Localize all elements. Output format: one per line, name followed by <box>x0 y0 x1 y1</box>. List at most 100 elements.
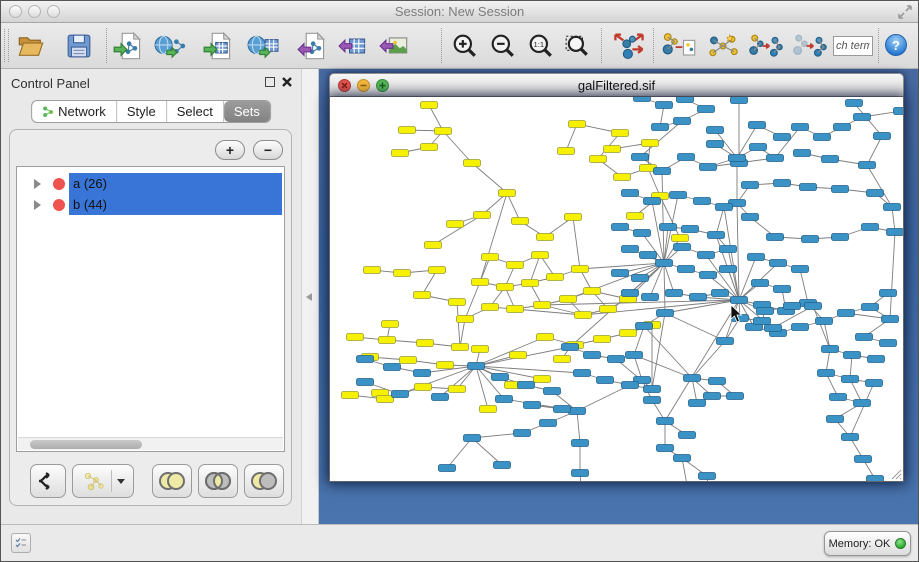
set-label: a (26) <box>73 176 107 191</box>
save-session-button[interactable] <box>63 30 95 62</box>
network-frame: galFiltered.sif <box>319 69 918 524</box>
status-bar: Memory: OK <box>1 524 918 561</box>
svg-text:1:1: 1:1 <box>534 40 545 49</box>
toolbar-separator <box>106 28 107 63</box>
tab-style[interactable]: Style <box>117 101 167 122</box>
layout-arrows-icon <box>612 31 646 61</box>
network-desktop: galFiltered.sif <box>319 69 918 524</box>
scrollbar-thumb[interactable] <box>30 440 142 449</box>
export-network-button[interactable] <box>296 30 328 62</box>
add-set-button[interactable]: + <box>215 140 245 160</box>
mouse-cursor <box>730 304 743 323</box>
close-panel-icon[interactable] <box>281 76 293 88</box>
zoom-in-button[interactable] <box>449 30 481 62</box>
control-panel-title: Control Panel <box>11 76 90 91</box>
task-list-icon <box>15 537 27 549</box>
show-all-icon <box>792 31 828 61</box>
zoom-one-to-one-icon: 1:1 <box>528 33 554 59</box>
faded-network-icon <box>82 470 106 492</box>
new-network-from-selection-button[interactable] <box>659 30 699 62</box>
zoom-fit-button[interactable] <box>561 30 593 62</box>
network-frame-title: galFiltered.sif <box>330 78 903 93</box>
network-canvas[interactable] <box>329 97 904 482</box>
tab-sets[interactable]: Sets <box>224 101 270 122</box>
import-table-file-button[interactable] <box>202 30 234 62</box>
import-table-url-button[interactable] <box>247 30 279 62</box>
set-row-a[interactable]: a (26) <box>18 173 283 194</box>
set-color-dot <box>53 178 65 190</box>
fullscreen-icon[interactable] <box>898 5 912 19</box>
first-neighbors-icon <box>705 31 741 61</box>
import-table-file-icon <box>203 32 233 60</box>
expander-icon[interactable] <box>34 200 41 210</box>
zoom-out-button[interactable] <box>487 30 519 62</box>
export-network-icon <box>297 32 327 60</box>
zoom-fit-icon <box>564 33 590 59</box>
network-frame-titlebar[interactable]: galFiltered.sif <box>329 73 904 97</box>
open-folder-icon <box>17 33 45 59</box>
memory-ok-indicator <box>895 538 906 549</box>
expander-icon[interactable] <box>34 179 41 189</box>
toolbar-separator <box>441 28 442 63</box>
show-all-button[interactable] <box>790 30 830 62</box>
help-button[interactable]: ? <box>885 34 907 56</box>
split-sets-button[interactable] <box>30 464 66 498</box>
set-row-b[interactable]: b (44) <box>18 194 283 215</box>
zoom-in-icon <box>452 33 478 59</box>
intersection-button[interactable] <box>198 464 238 498</box>
open-session-button[interactable] <box>15 30 47 62</box>
hide-selection-icon <box>748 31 784 61</box>
zoom-out-icon <box>490 33 516 59</box>
horizontal-scrollbar[interactable] <box>18 437 283 450</box>
set-label: b (44) <box>73 197 107 212</box>
venn-intersection-icon <box>203 470 233 492</box>
import-network-url-button[interactable] <box>154 30 186 62</box>
tab-network[interactable]: Network <box>32 101 117 122</box>
import-network-file-button[interactable] <box>112 30 144 62</box>
venn-difference-icon <box>249 470 279 492</box>
control-panel: Control Panel Network Style <box>1 69 301 524</box>
task-history-button[interactable] <box>11 533 31 553</box>
import-network-file-icon <box>113 32 143 60</box>
toolbar-separator <box>653 28 654 63</box>
union-button[interactable] <box>152 464 192 498</box>
hide-selection-button[interactable] <box>746 30 786 62</box>
sets-list[interactable]: a (26) b (44) <box>16 166 285 452</box>
export-table-button[interactable] <box>337 30 369 62</box>
memory-status-button[interactable]: Memory: OK <box>824 531 911 556</box>
network-graph[interactable] <box>330 97 904 482</box>
export-image-icon <box>379 32 409 60</box>
create-set-from-style-button[interactable] <box>72 464 134 498</box>
app-title: Session: New Session <box>1 4 918 19</box>
apply-layout-button[interactable] <box>609 30 649 62</box>
import-network-url-icon <box>154 32 186 60</box>
sets-panel: + − a (26) b (44) <box>9 129 292 506</box>
zoom-actual-size-button[interactable]: 1:1 <box>525 30 557 62</box>
toolbar-separator <box>601 28 602 63</box>
application-window: Session: New Session <box>0 0 919 562</box>
control-panel-tabs: Network Style Select Sets <box>31 100 271 123</box>
remove-set-button[interactable]: − <box>253 140 283 160</box>
import-table-url-icon <box>247 32 279 60</box>
toolbar-grip[interactable] <box>4 29 9 62</box>
tab-select[interactable]: Select <box>167 101 224 122</box>
app-titlebar: Session: New Session <box>1 1 918 23</box>
collapse-arrow-icon[interactable] <box>306 293 312 301</box>
main-toolbar: 1:1 <box>1 23 918 69</box>
float-panel-icon[interactable] <box>265 77 275 87</box>
split-arrows-icon <box>37 470 59 492</box>
search-input[interactable] <box>833 36 873 56</box>
panel-splitter[interactable] <box>301 69 319 524</box>
set-color-dot <box>53 199 65 211</box>
control-panel-header: Control Panel <box>1 69 301 97</box>
difference-button[interactable] <box>244 464 284 498</box>
venn-union-icon <box>157 470 187 492</box>
save-floppy-icon <box>66 33 92 59</box>
dropdown-caret-icon[interactable] <box>117 479 125 484</box>
memory-status-label: Memory: OK <box>829 538 891 550</box>
first-neighbors-button[interactable] <box>703 30 743 62</box>
sets-actions <box>10 464 291 500</box>
resize-grip-icon[interactable] <box>889 467 902 480</box>
export-image-button[interactable] <box>378 30 410 62</box>
main-content: Control Panel Network Style <box>1 69 918 524</box>
